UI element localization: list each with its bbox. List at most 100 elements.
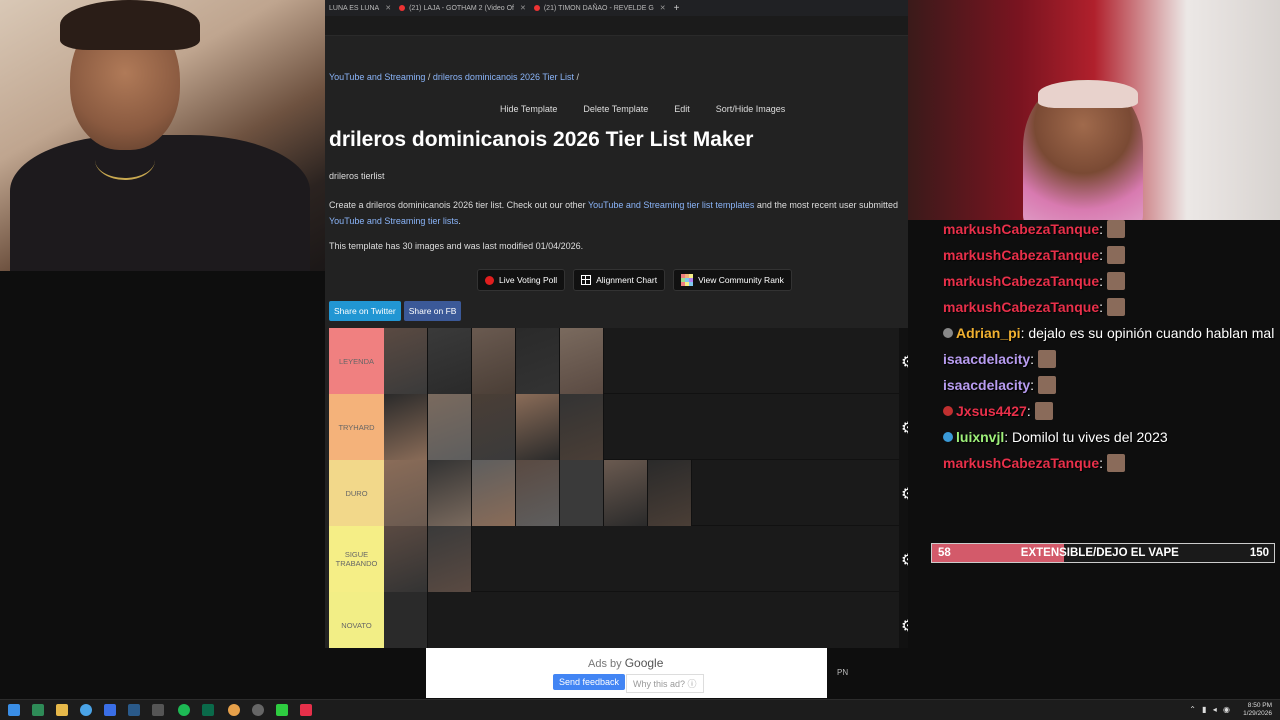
tier-items (384, 592, 428, 648)
browser-icon[interactable] (80, 704, 92, 716)
tier-item-image[interactable] (472, 460, 516, 526)
tier-item-image[interactable] (516, 328, 560, 394)
tier-item-image[interactable] (384, 526, 428, 592)
hide-template-button[interactable]: Hide Template (487, 100, 570, 118)
tier-item-image[interactable] (384, 592, 428, 648)
browser-tab[interactable]: (21) LAJA - GOTHAM 2 (Video Of ✕ (395, 0, 530, 16)
community-rank-label: View Community Rank (698, 275, 784, 285)
tier-label[interactable]: LEYENDA (329, 328, 384, 394)
tier-row: DURO ⚙︿﹀ (329, 460, 908, 526)
tier-item-image[interactable] (384, 328, 428, 394)
file-explorer-icon[interactable] (56, 704, 68, 716)
spotify-icon[interactable] (178, 704, 190, 716)
tier-controls: ⚙︿﹀ (899, 460, 908, 526)
template-description: Create a drileros dominicanois 2026 tier… (329, 197, 908, 229)
tab-close-icon[interactable]: ✕ (660, 4, 666, 12)
tier-item-image[interactable] (428, 328, 472, 394)
chat-username: markushCabezaTanque (943, 455, 1100, 471)
tier-item-image[interactable] (560, 328, 604, 394)
clock-date: 1/29/2026 (1243, 710, 1272, 717)
chat-text: : (1026, 403, 1031, 419)
tier-label[interactable]: SIGUE TRABANDO (329, 526, 384, 592)
windows-start-icon[interactable] (8, 704, 20, 716)
tier-items (384, 394, 604, 460)
sort-hide-images-button[interactable]: Sort/Hide Images (703, 100, 799, 118)
tier-item-image[interactable] (428, 394, 472, 460)
address-bar[interactable] (325, 16, 908, 36)
share-twitter-button[interactable]: Share on Twitter (329, 301, 401, 321)
app-icon[interactable] (202, 704, 214, 716)
app-icon[interactable] (228, 704, 240, 716)
breadcrumb-template[interactable]: drileros dominicanois 2026 Tier List (433, 72, 574, 82)
tier-item-image[interactable] (560, 394, 604, 460)
chat-emote-icon (1107, 298, 1126, 316)
tier-item-image[interactable] (516, 394, 560, 460)
tier-label[interactable]: TRYHARD (329, 394, 384, 460)
chat-text: : (1099, 247, 1104, 263)
live-voting-label: Live Voting Poll (499, 275, 558, 285)
tier-item-image[interactable] (472, 394, 516, 460)
app-icon[interactable] (32, 704, 44, 716)
gear-icon[interactable]: ⚙ (901, 352, 908, 372)
tier-item-image[interactable] (428, 526, 472, 592)
chat-username: markushCabezaTanque (943, 299, 1100, 315)
gear-icon[interactable]: ⚙ (901, 484, 908, 504)
alignment-chart-button[interactable]: Alignment Chart (573, 269, 666, 291)
streamer-webcam-left (0, 0, 325, 271)
gear-icon[interactable]: ⚙ (901, 616, 908, 636)
tier-item-image[interactable] (384, 394, 428, 460)
chat-message: markushCabezaTanque : (943, 450, 1280, 476)
steam-icon[interactable] (128, 704, 140, 716)
tier-item-image[interactable] (516, 460, 560, 526)
tier-label[interactable]: DURO (329, 460, 384, 526)
view-community-rank-button[interactable]: View Community Rank (673, 269, 792, 291)
tier-item-image[interactable] (604, 460, 648, 526)
youtube-icon (399, 5, 406, 11)
streamer-webcam-right (908, 0, 1280, 220)
templates-link[interactable]: YouTube and Streaming tier list template… (588, 200, 754, 210)
taskbar-clock[interactable]: 8:50 PM 1/29/2026 (1243, 702, 1272, 718)
tier-lists-link[interactable]: YouTube and Streaming tier lists (329, 216, 458, 226)
edit-button[interactable]: Edit (661, 100, 703, 118)
tier-item-image[interactable] (560, 460, 604, 526)
chat-message: markushCabezaTanque : (943, 268, 1280, 294)
tier-label[interactable]: NOVATO (329, 592, 384, 648)
system-tray-icons[interactable]: ⌃ ▮ ◂ ◉ (1189, 705, 1232, 714)
tiktok-icon[interactable] (300, 704, 312, 716)
breadcrumb-separator: / (425, 72, 433, 82)
live-voting-poll-button[interactable]: Live Voting Poll (477, 269, 566, 291)
obs-icon[interactable] (252, 704, 264, 716)
tier-item-image[interactable] (648, 460, 692, 526)
webcam-chain (95, 140, 155, 180)
chat-text: : Domilol tu vives del 2023 (1004, 429, 1168, 445)
tier-rank-icon (681, 274, 694, 286)
app-icon[interactable] (276, 704, 288, 716)
browser-tab[interactable]: (21) TIMON DAÑAO - REVELDE G ✕ (530, 0, 670, 16)
tool-buttons: Live Voting Poll Alignment Chart View Co… (477, 269, 792, 291)
youtube-icon (533, 5, 540, 11)
browser-tab[interactable]: LUNA ES LUNA ✕ (325, 0, 395, 16)
breadcrumb-category[interactable]: YouTube and Streaming (329, 72, 425, 82)
delete-template-button[interactable]: Delete Template (570, 100, 661, 118)
share-facebook-button[interactable]: Share on FB (403, 301, 462, 321)
chat-message: luixnvjl : Domilol tu vives del 2023 (943, 424, 1280, 450)
tab-close-icon[interactable]: ✕ (385, 4, 391, 12)
new-tab-button[interactable]: + (670, 0, 684, 16)
send-feedback-button[interactable]: Send feedback (553, 674, 626, 690)
goal-target: 150 (1249, 547, 1269, 559)
tier-item-image[interactable] (428, 460, 472, 526)
tab-close-icon[interactable]: ✕ (520, 4, 526, 12)
why-this-ad-button[interactable]: Why this ad? ⓘ (626, 674, 704, 693)
tier-item-image[interactable] (384, 460, 428, 526)
tiermaker-page: YouTube and Streaming / drileros dominic… (325, 36, 908, 648)
gear-icon[interactable]: ⚙ (901, 550, 908, 570)
tier-item-image[interactable] (472, 328, 516, 394)
chat-emote-icon (1038, 350, 1057, 368)
chat-text: : (1030, 351, 1035, 367)
chat-text: : (1099, 273, 1104, 289)
page-title: drileros dominicanois 2026 Tier List Mak… (329, 128, 754, 151)
alignment-chart-label: Alignment Chart (596, 275, 658, 285)
gear-icon[interactable]: ⚙ (901, 418, 908, 438)
app-icon[interactable] (152, 704, 164, 716)
app-icon[interactable] (104, 704, 116, 716)
